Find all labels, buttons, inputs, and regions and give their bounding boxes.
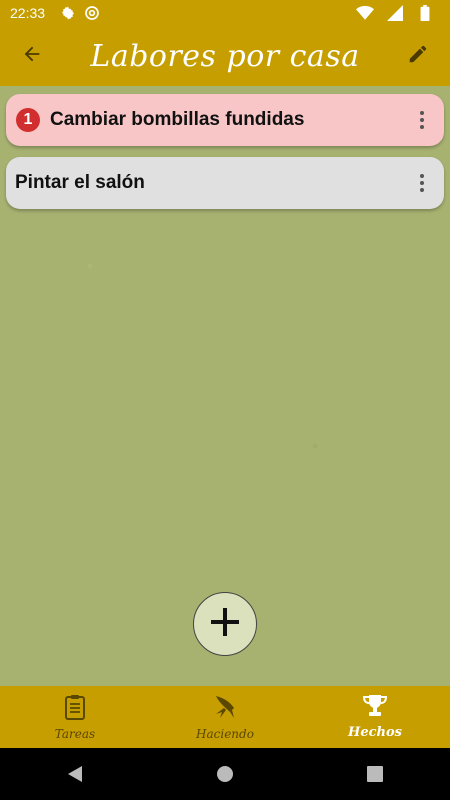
bottom-nav: Tareas Haciendo Hechos: [0, 686, 450, 748]
task-menu-button[interactable]: [400, 157, 444, 209]
signal-icon: [386, 4, 404, 22]
recents-square-icon: [367, 766, 383, 782]
status-bar: 22:33: [0, 0, 450, 26]
system-nav-bar: [0, 748, 450, 800]
tab-tareas[interactable]: Tareas: [0, 686, 150, 748]
task-label: Pintar el salón: [15, 172, 145, 193]
task-label: Cambiar bombillas fundidas: [50, 109, 305, 130]
page-title: Labores por casa: [90, 38, 360, 74]
tab-label: Haciendo: [196, 726, 254, 741]
back-button[interactable]: [0, 26, 64, 86]
plus-icon: [207, 604, 243, 645]
add-task-button[interactable]: [193, 592, 257, 656]
more-vert-icon: [420, 111, 424, 129]
task-item[interactable]: 1 Cambiar bombillas fundidas: [6, 94, 444, 146]
status-time: 22:33: [10, 5, 46, 21]
system-recents-button[interactable]: [345, 754, 405, 794]
at-sign-icon: [83, 4, 101, 22]
tab-hechos[interactable]: Hechos: [300, 686, 450, 748]
app-bar: Labores por casa: [0, 26, 450, 86]
tab-haciendo[interactable]: Haciendo: [150, 686, 300, 748]
system-back-button[interactable]: [45, 754, 105, 794]
wifi-icon: [356, 4, 374, 22]
battery-icon: [416, 4, 434, 22]
task-menu-button[interactable]: [400, 94, 444, 146]
pencil-icon: [407, 43, 429, 70]
back-triangle-icon: [68, 766, 82, 782]
priority-badge-icon: 1: [16, 108, 40, 132]
trophy-icon: [362, 694, 388, 723]
rocket-icon: [212, 694, 238, 725]
more-vert-icon: [420, 174, 424, 192]
settings-icon: [59, 4, 77, 22]
tab-label: Tareas: [54, 726, 96, 741]
arrow-left-icon: [21, 43, 43, 70]
system-home-button[interactable]: [195, 754, 255, 794]
clipboard-icon: [63, 694, 87, 725]
edit-button[interactable]: [386, 26, 450, 86]
home-circle-icon: [217, 766, 233, 782]
task-item[interactable]: Pintar el salón: [6, 157, 444, 209]
tab-label: Hechos: [348, 725, 402, 740]
